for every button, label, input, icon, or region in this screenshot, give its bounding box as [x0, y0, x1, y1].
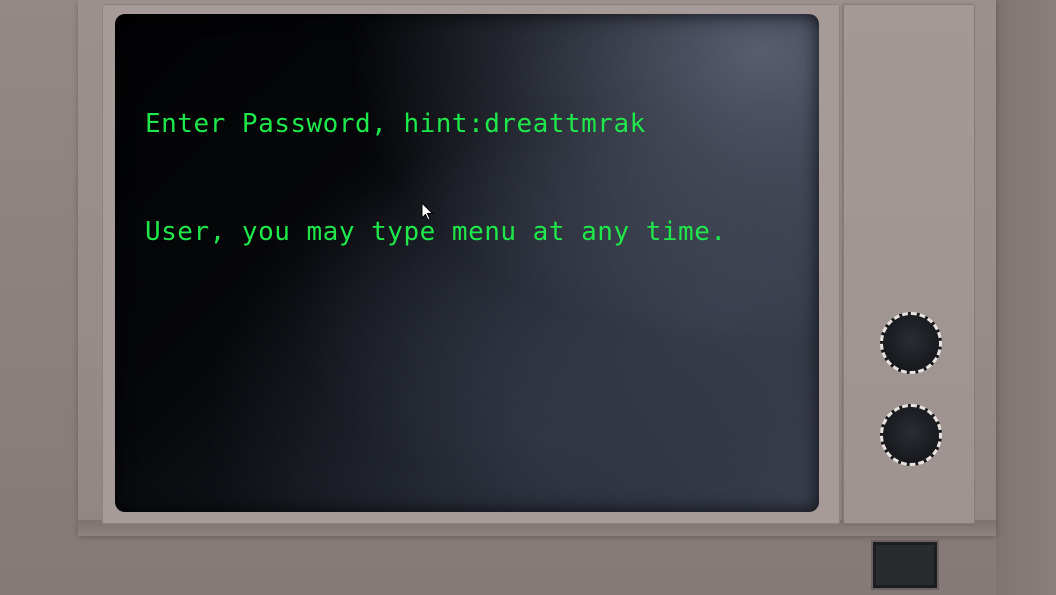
terminal-line-password-prompt: Enter Password, hint:dreattmrak — [145, 109, 646, 139]
power-button[interactable] — [871, 540, 939, 590]
monitor-side-edge — [996, 0, 1056, 595]
game-scene: Enter Password, hint:dreattmrak User, yo… — [0, 0, 1056, 595]
upper-knob-icon[interactable] — [880, 312, 942, 374]
mouse-pointer-icon — [421, 202, 434, 221]
terminal-line-menu-hint: User, you may type menu at any time. — [145, 217, 727, 247]
crt-screen[interactable]: Enter Password, hint:dreattmrak User, yo… — [115, 14, 819, 512]
lower-knob-icon[interactable] — [880, 404, 942, 466]
terminal-output: Enter Password, hint:dreattmrak User, yo… — [145, 34, 727, 322]
